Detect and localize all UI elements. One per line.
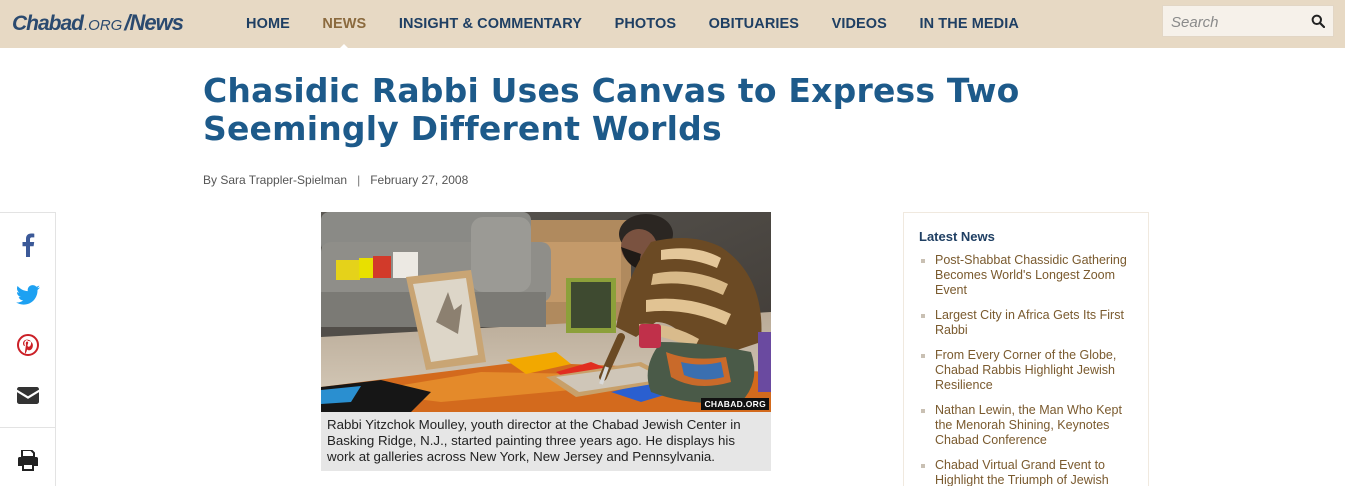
byline: By Sara Trappler-Spielman | February 27, 2… <box>203 173 468 187</box>
print-button[interactable] <box>0 435 55 485</box>
search-icon[interactable] <box>1311 14 1325 28</box>
latest-news-item[interactable]: Post-Shabbat Chassidic Gathering Becomes… <box>920 253 1142 298</box>
facebook-icon <box>22 233 34 257</box>
nav-videos[interactable]: VIDEOS <box>832 16 887 32</box>
share-divider <box>0 427 55 428</box>
logo-org-text: .ORG <box>84 17 123 34</box>
article-photo[interactable]: CHABAD.ORG <box>321 212 771 412</box>
latest-news-item[interactable]: Chabad Virtual Grand Event to Highlight … <box>920 458 1142 486</box>
latest-news-list: Post-Shabbat Chassidic Gathering Becomes… <box>920 253 1142 486</box>
search-input[interactable] <box>1171 12 1306 32</box>
nav-news[interactable]: NEWS <box>322 16 366 52</box>
latest-news-item[interactable]: Largest City in Africa Gets Its First Ra… <box>920 308 1142 338</box>
latest-news-panel: Latest News Post-Shabbat Chassidic Gathe… <box>903 212 1149 486</box>
site-header: Chabad .ORG /News HOME NEWS INSIGHT & CO… <box>0 0 1345 52</box>
pinterest-icon <box>16 334 39 356</box>
byline-author[interactable]: By Sara Trappler-Spielman <box>203 173 347 187</box>
artist-painting-photo <box>321 212 771 412</box>
share-rail <box>0 212 56 486</box>
article-title: Chasidic Rabbi Uses Canvas to Express Tw… <box>203 71 1020 148</box>
facebook-share-button[interactable] <box>0 220 55 270</box>
twitter-share-button[interactable] <box>0 270 55 320</box>
byline-date: February 27, 2008 <box>370 173 469 187</box>
search-box <box>1162 5 1334 37</box>
email-icon <box>16 386 39 404</box>
latest-news-item[interactable]: Nathan Lewin, the Man Who Kept the Menor… <box>920 403 1142 448</box>
nav-obituaries[interactable]: OBITUARIES <box>709 16 799 32</box>
logo-chabad-text: Chabad <box>12 12 84 35</box>
logo-news-text: /News <box>124 10 184 35</box>
site-logo[interactable]: Chabad .ORG /News <box>12 10 184 38</box>
nav-in-the-media[interactable]: IN THE MEDIA <box>919 16 1018 32</box>
latest-news-heading: Latest News <box>919 229 995 244</box>
main-nav: HOME NEWS INSIGHT & COMMENTARY PHOTOS OB… <box>246 0 1051 52</box>
pinterest-share-button[interactable] <box>0 320 55 370</box>
twitter-icon <box>15 285 40 305</box>
email-share-button[interactable] <box>0 370 55 420</box>
nav-insight-commentary[interactable]: INSIGHT & COMMENTARY <box>399 16 582 32</box>
nav-home[interactable]: HOME <box>246 16 290 32</box>
byline-separator: | <box>357 173 361 187</box>
photo-watermark: CHABAD.ORG <box>701 398 769 410</box>
print-icon <box>17 449 38 471</box>
nav-photos[interactable]: PHOTOS <box>615 16 677 32</box>
latest-news-item[interactable]: From Every Corner of the Globe, Chabad R… <box>920 348 1142 393</box>
photo-caption: Rabbi Yitzchok Moulley, youth director a… <box>321 412 771 471</box>
